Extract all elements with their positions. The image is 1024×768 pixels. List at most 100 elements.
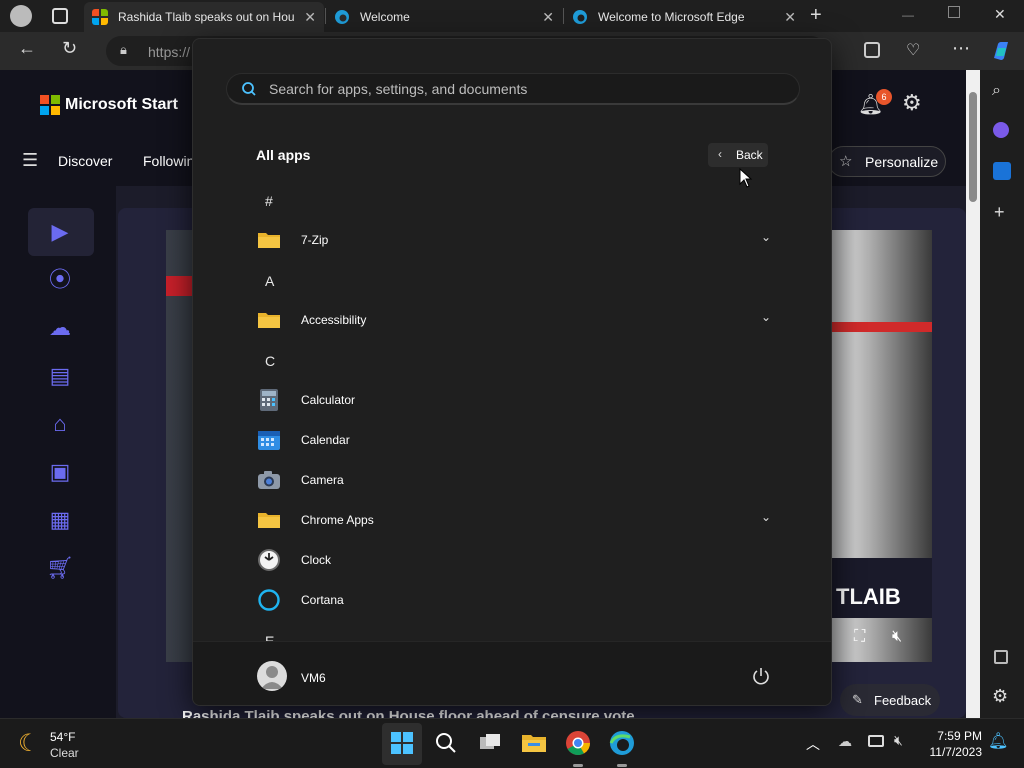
weather-icon[interactable]: ☁ [46,314,74,342]
app-item-7zip[interactable]: 7-Zip ⌄ [249,222,777,258]
chevron-down-icon[interactable]: ⌄ [761,310,771,324]
close-tab-icon[interactable]: ✕ [784,9,796,26]
back-button[interactable]: ‹ Back [708,143,768,167]
scrollbar-thumb[interactable] [969,92,977,202]
gear-icon[interactable]: ⚙ [902,90,922,116]
running-indicator [573,764,583,767]
personalize-button[interactable]: ☆ Personalize [828,146,946,177]
power-icon[interactable] [751,666,771,686]
sidebar-toggle-icon[interactable] [994,650,1008,664]
search-icon[interactable] [432,729,460,757]
outlook-icon[interactable] [993,162,1011,180]
user-avatar[interactable] [257,661,287,691]
live-icon[interactable]: ⦿ [46,266,74,294]
camera-icon [258,471,280,489]
user-icon [261,666,283,689]
shopping-cart-icon[interactable]: 🛒︎ [46,554,74,582]
app-item-calendar[interactable]: Calendar [249,422,777,458]
money-icon[interactable]: ▣ [46,458,74,486]
tab-welcome[interactable]: Welcome ✕ [326,2,562,32]
close-window-icon[interactable]: ✕ [994,6,1006,23]
add-icon[interactable]: + [994,202,1005,223]
copilot-icon[interactable] [988,38,1014,64]
news-icon[interactable]: ▤ [46,362,74,390]
lock-icon: 🔒︎ [120,42,127,57]
nav-discover[interactable]: Discover [58,153,112,169]
hamburger-icon[interactable]: ☰ [22,150,38,171]
weather-temp[interactable]: 54°F [50,730,75,744]
personalize-label: Personalize [865,154,939,170]
tab-actions-icon[interactable] [52,8,68,24]
chevron-down-icon[interactable]: ⌄ [761,510,771,524]
app-item-accessibility[interactable]: Accessibility ⌄ [249,302,777,338]
close-tab-icon[interactable]: ✕ [304,9,316,26]
home-icon[interactable]: ⌂ [46,410,74,438]
settings-icon[interactable]: ⚙ [992,686,1008,707]
page-scrollbar[interactable] [966,70,980,718]
microsoft-logo-icon [40,95,60,115]
app-item-camera[interactable]: Camera [249,462,777,498]
back-arrow-icon[interactable]: ← [18,38,36,59]
tab-label: Welcome to Microsoft Edge [598,10,745,24]
video-icon[interactable]: ▶ [46,218,74,246]
browser-tab-bar: Rashida Tlaib speaks out on Hou ✕ Welcom… [0,0,1024,32]
copilot-sidebar-icon[interactable] [993,122,1009,138]
minimize-icon[interactable]: — [902,8,914,22]
nav-following[interactable]: Followin [143,153,194,169]
chevron-up-icon[interactable]: ︿ [806,734,820,754]
tab-welcome-edge[interactable]: Welcome to Microsoft Edge ✕ [564,2,804,32]
mute-icon[interactable]: 🔇︎ [892,628,902,646]
letter-header[interactable]: C [265,353,275,369]
tab-label: Rashida Tlaib speaks out on Hou [118,10,295,24]
chrome-icon[interactable] [564,729,592,757]
msn-logo-text[interactable]: Microsoft Start [65,96,178,114]
moon-icon[interactable]: ☾ [18,729,40,758]
more-menu-icon[interactable]: ⋯ [952,38,970,59]
edge-icon[interactable] [608,729,636,757]
url-text: https:// [148,44,191,60]
performance-icon[interactable]: ♡ [906,40,920,60]
back-label: Back [736,148,763,162]
app-name: Clock [301,553,332,567]
network-icon[interactable] [868,735,884,747]
start-search-input[interactable]: Search for apps, settings, and documents [226,73,800,105]
weather-desc[interactable]: Clear [50,746,79,760]
onedrive-icon[interactable]: ☁ [838,733,852,750]
windows-start-icon[interactable] [388,729,416,757]
refresh-icon[interactable]: ↻ [62,38,77,59]
fullscreen-icon[interactable]: ⛶ [854,628,865,646]
search-icon[interactable]: ⌕ [992,82,1001,100]
file-explorer-icon[interactable] [520,729,548,757]
app-item-cortana[interactable]: Cortana [249,582,777,618]
taskbar: ☾ 54°F Clear ︿ ☁ 🔇︎ 7:59 PM 11/7/2023 🔔︎ [0,718,1024,768]
edge-sidebar: ⌕ + ⚙ [980,70,1024,718]
tab-rashida-tlaib[interactable]: Rashida Tlaib speaks out on Hou ✕ [84,2,324,32]
clock-date[interactable]: 11/7/2023 [922,745,983,759]
clock-icon [258,549,280,571]
close-tab-icon[interactable]: ✕ [542,9,554,26]
feedback-icon: ✎ [852,692,863,707]
collections-icon[interactable] [864,42,880,58]
new-tab-icon[interactable]: + [810,4,822,27]
letter-header[interactable]: A [265,273,274,289]
app-item-clock[interactable]: Clock [249,542,777,578]
search-icon [242,82,256,96]
clock-time[interactable]: 7:59 PM [930,729,982,743]
profile-avatar[interactable] [10,5,32,27]
app-item-calculator[interactable]: Calculator [249,382,777,418]
feedback-button[interactable]: ✎ Feedback [840,684,940,716]
chevron-down-icon[interactable]: ⌄ [761,230,771,244]
letter-header[interactable]: # [265,193,273,209]
edge-icon [335,10,349,24]
task-view-icon[interactable] [476,729,504,757]
app-name: Cortana [301,593,344,607]
tab-label: Welcome [360,10,410,24]
restore-icon[interactable] [948,6,960,18]
volume-muted-icon[interactable]: 🔇︎ [894,732,903,749]
user-name[interactable]: VM6 [301,671,326,685]
notification-bell-icon[interactable]: 🔔︎ [988,731,1008,751]
app-item-chrome-apps[interactable]: Chrome Apps ⌄ [249,502,777,538]
clapper-icon[interactable]: ▦ [46,506,74,534]
start-menu: Search for apps, settings, and documents… [192,38,832,706]
video-caption: TLAIB [836,584,901,609]
